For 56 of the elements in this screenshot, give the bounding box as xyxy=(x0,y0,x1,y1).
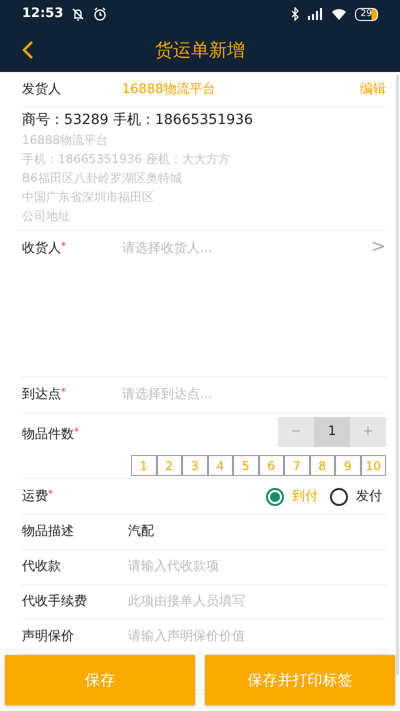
minus-button[interactable]: − xyxy=(278,417,314,447)
input-field[interactable]: 请输入代收款项 xyxy=(122,557,386,577)
required-mark: * xyxy=(74,426,79,440)
battery-indicator: 29 xyxy=(354,8,378,20)
page-title: 货运单新增 xyxy=(155,38,245,62)
signal-icon xyxy=(306,8,323,20)
chevron-right[interactable]: > xyxy=(370,239,386,255)
radio-button[interactable] xyxy=(330,488,348,506)
select-field[interactable]: 请选择收货人... xyxy=(122,239,371,258)
quantity-chip[interactable]: 5 xyxy=(233,455,258,476)
save-button[interactable]: 保存 xyxy=(5,655,195,705)
select-field[interactable]: 请选择到达点... xyxy=(122,384,386,404)
quantity-chip[interactable]: 7 xyxy=(284,455,310,476)
field-label: 代收款 xyxy=(22,558,61,576)
sender-detail-line: 手机：18665351936 座机：大大方方 xyxy=(22,151,231,168)
field-label: 收货人 xyxy=(22,240,61,258)
input-field[interactable]: 请输入声明保价价值 xyxy=(122,627,386,647)
field-label: 运费 xyxy=(22,488,48,506)
sender-name: 16888物流平台 xyxy=(122,80,216,99)
field-label: 声明保价 xyxy=(22,628,74,646)
quantity-chip[interactable]: 6 xyxy=(258,455,284,476)
radio-label[interactable]: 到付 xyxy=(292,486,318,506)
input-field[interactable]: 此项由接单人员填写 xyxy=(122,592,386,612)
save-print-button[interactable]: 保存并打印标签 xyxy=(205,655,395,705)
required-mark: * xyxy=(48,488,53,502)
field-label: 物品描述 xyxy=(22,523,74,542)
radio-button[interactable] xyxy=(266,488,284,506)
sender-detail-line: 商号：53289 手机：18665351936 xyxy=(22,111,254,130)
sender-detail-line: 16888物流平台 xyxy=(22,132,110,149)
alarm-icon xyxy=(93,7,108,21)
input-field[interactable]: 汽配 xyxy=(122,522,386,542)
back-icon[interactable] xyxy=(22,40,34,60)
sender-detail-line: 中国广东省深圳市福田区 xyxy=(22,189,155,206)
bluetooth-icon xyxy=(290,7,299,21)
field-label: 发货人 xyxy=(22,80,62,99)
plus-button[interactable]: + xyxy=(350,417,386,447)
required-mark: * xyxy=(61,240,66,254)
wifi-icon xyxy=(330,8,347,20)
sender-detail-line: B6福田区八卦岭罗湖区奥特城 xyxy=(22,170,183,187)
radio-label[interactable]: 发付 xyxy=(356,486,382,506)
quantity-value: 1 xyxy=(314,417,350,447)
bell-off-icon xyxy=(71,7,86,21)
quantity-chip[interactable]: 4 xyxy=(208,455,233,476)
field-label: 代收手续费 xyxy=(22,593,87,612)
quantity-chip[interactable]: 8 xyxy=(310,455,335,476)
sender-detail-line: 公司地址 xyxy=(22,208,71,225)
status-time: 12:53 xyxy=(22,5,64,24)
quantity-chip[interactable]: 10 xyxy=(360,455,386,476)
quantity-chip[interactable]: 2 xyxy=(156,455,182,476)
field-label: 到达点 xyxy=(22,386,61,404)
field-label: 物品件数 xyxy=(22,426,74,444)
quantity-chip[interactable]: 9 xyxy=(335,455,360,476)
edit-link[interactable]: 编辑 xyxy=(360,80,386,100)
quantity-chip[interactable]: 3 xyxy=(182,455,208,476)
required-mark: * xyxy=(61,386,66,400)
quantity-chip[interactable]: 1 xyxy=(131,455,156,476)
